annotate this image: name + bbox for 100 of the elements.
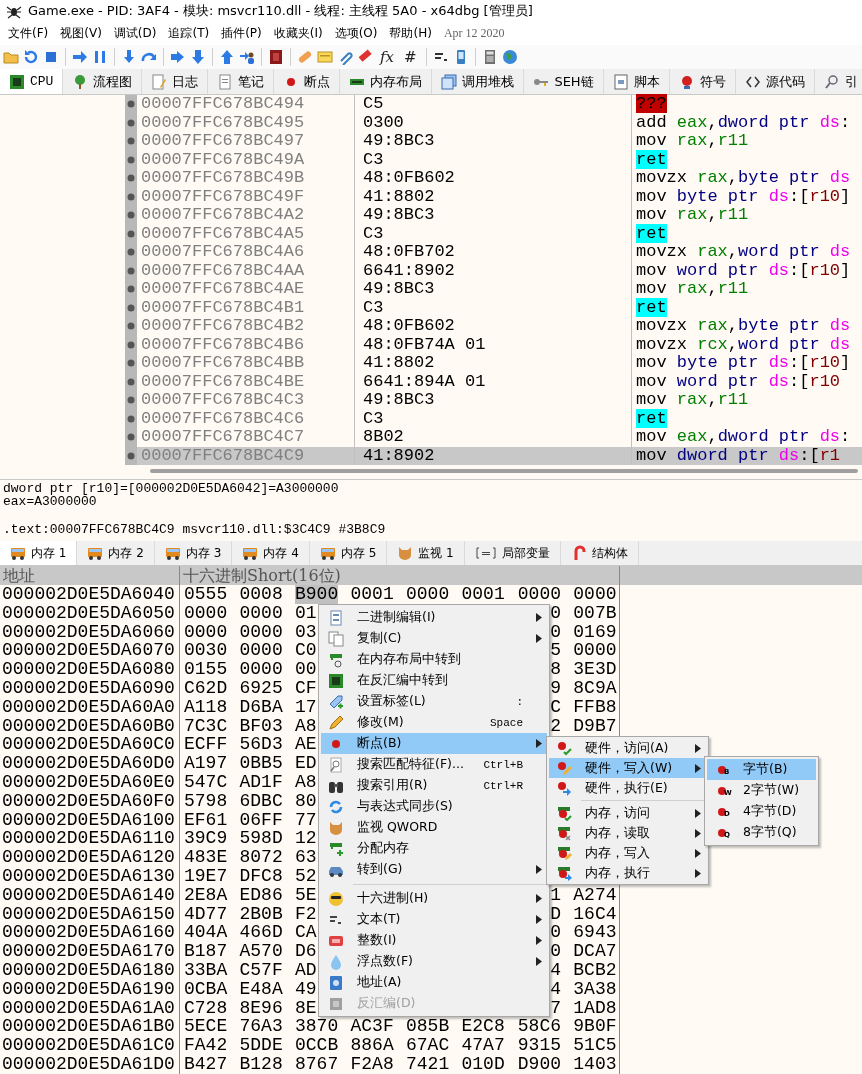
menu-item[interactable]: 复制(C) xyxy=(321,628,547,649)
menu-item[interactable]: 搜索引用(R) Ctrl+R xyxy=(321,775,547,796)
bullet-icon xyxy=(127,396,135,405)
horizontal-scrollbar[interactable] xyxy=(150,469,858,473)
step-into-icon[interactable] xyxy=(121,49,137,65)
menu-item[interactable]: 追踪(T) xyxy=(162,23,216,44)
menu-item[interactable]: 插件(P) xyxy=(215,23,268,44)
note-icon[interactable] xyxy=(317,49,333,65)
memory-breakpoint-icon xyxy=(556,825,572,841)
instruction-cell-text: mov rax,r11 xyxy=(635,132,750,151)
bullet-icon xyxy=(127,100,135,109)
hex-cell: A197 xyxy=(184,754,228,773)
hex-cell: 0 xyxy=(550,923,561,943)
menu-item[interactable]: 二进制编辑(I) xyxy=(321,607,547,628)
arrow-right-icon[interactable] xyxy=(72,49,88,65)
menu-item[interactable]: 内存，访问 xyxy=(549,803,706,823)
menu-item[interactable]: 整数(I) xyxy=(321,930,547,951)
menu-item[interactable]: 转到(G) xyxy=(321,859,547,880)
hex-cell: 8E xyxy=(295,998,317,1018)
hex-cell: 77 xyxy=(295,810,317,830)
hex-cell: ED86 xyxy=(239,885,283,905)
bytes-cell: C3 xyxy=(355,298,632,317)
hex-cell: BF03 xyxy=(239,716,283,736)
hex-cell: 58C6 xyxy=(517,1017,561,1037)
menu-item[interactable]: 在反汇编中转到 xyxy=(321,670,547,691)
instruction-cell-text: mov eax,dword ptr ds: xyxy=(635,428,852,447)
folder-icon[interactable] xyxy=(3,49,19,65)
hex-cell: 1AD8 xyxy=(573,998,617,1018)
script-icon[interactable] xyxy=(268,49,284,65)
menu-item[interactable]: 内存，写入 xyxy=(549,843,706,863)
instruction-cell-text: mov word ptr ds:[r10 xyxy=(635,372,842,391)
notepad-icon xyxy=(151,73,168,90)
hex-cell: A8 xyxy=(295,716,317,736)
menu-item[interactable]: 地址(A) xyxy=(321,972,547,993)
double-arrow-icon[interactable] xyxy=(170,49,186,65)
address-cell: 00007FFC678BC494 xyxy=(137,95,355,114)
menu-item[interactable]: 设置标签(L) : xyxy=(321,691,547,712)
menu-item[interactable]: 内存，读取 xyxy=(549,823,706,843)
hex-cell: BCB2 xyxy=(573,960,617,980)
tab[interactable]: 内存 1 xyxy=(0,541,78,565)
menu-item[interactable]: 硬件，执行(E) xyxy=(549,778,706,798)
globe-icon[interactable] xyxy=(501,49,518,65)
toolbar-button[interactable]: fx xyxy=(377,48,397,66)
menu-item[interactable]: 十六进制(H) xyxy=(321,888,547,909)
menu-item[interactable]: 硬件，访问(A) xyxy=(549,738,706,758)
menu-item[interactable]: 收藏夹(I) xyxy=(267,23,329,44)
menu-item[interactable]: 修改(M) Space xyxy=(321,712,547,733)
menu-item[interactable]: 分配内存 xyxy=(321,838,547,859)
pause-icon[interactable] xyxy=(92,49,108,65)
hex-cell: D900 xyxy=(517,1054,561,1074)
hex-cell: 76A3 xyxy=(239,1017,283,1037)
address-cell: 00007FFC678BC4B1 xyxy=(137,298,355,317)
hex-cell: 5E xyxy=(295,885,317,905)
menu-item[interactable]: 搜索匹配特征(F)... Ctrl+B xyxy=(321,754,547,775)
stop-icon[interactable] xyxy=(43,49,59,65)
arrow-up-icon[interactable] xyxy=(219,49,235,65)
menu-item[interactable]: 浮点数(F) xyxy=(321,951,547,972)
dog-head-icon xyxy=(397,545,414,561)
bytes-cell: C3 xyxy=(355,150,632,169)
address-cell: 000002D0E5DA6130 xyxy=(0,866,180,886)
script-file-icon xyxy=(612,73,629,90)
window-title: Game.exe - PID: 3AF4 - 模块: msvcr110.dll - 线程: 主线程 5A0 - x64dbg [管理员] xyxy=(28,2,533,20)
menu-item[interactable]: 选项(O) xyxy=(328,23,384,44)
menu-item[interactable]: 调试(D) xyxy=(107,23,163,44)
hex-cell: 0000 xyxy=(184,622,228,642)
hex-cell: D6BA xyxy=(239,697,283,717)
info-line: eax=A3000000 xyxy=(3,495,97,508)
person-arrow-icon[interactable] xyxy=(239,49,255,65)
hex-cell: 0000 xyxy=(573,641,617,661)
menu-item[interactable]: 在内存布局中转到 xyxy=(321,649,547,670)
search-icon xyxy=(328,756,344,773)
breakpoint-check-icon xyxy=(556,740,572,756)
menu-item[interactable]: 文件(F) xyxy=(2,23,55,44)
instruction-cell-text: add eax,dword ptr ds: xyxy=(635,113,852,132)
address-cell: 00007FFC678BC49A xyxy=(137,150,355,169)
instruction-cell-text: mov byte ptr ds:[r10] xyxy=(635,354,852,373)
menu-item[interactable]: 文本(T) xyxy=(321,909,547,930)
menu-item[interactable]: 视图(V) xyxy=(54,23,108,44)
hex-cell: ED xyxy=(295,754,317,773)
instruction-cell-text: mov rax,r11 xyxy=(635,206,750,225)
selected-row[interactable]: 00007FFC678BC4C9 41:8902 mov dword ptr ds:[r1 xyxy=(0,446,862,465)
bullet-icon xyxy=(127,118,135,127)
instruction-cell-text: ??? xyxy=(635,95,668,114)
menu-item[interactable]: 断点(B) xyxy=(321,733,547,754)
bookmark-icon[interactable] xyxy=(357,49,373,65)
toolbar-button[interactable]: # xyxy=(401,48,420,66)
copy-icon xyxy=(328,630,344,647)
address-cell: 00007FFC678BC495 xyxy=(137,113,355,132)
address-cell: 00007FFC678BC4A2 xyxy=(137,206,355,225)
bytes-cell: 6641:894A 01 xyxy=(355,372,632,391)
restart-icon[interactable] xyxy=(23,49,39,65)
tab[interactable]: CPU xyxy=(0,69,64,94)
arrow-down-icon[interactable] xyxy=(190,49,206,65)
address-cell: 00007FFC678BC4A5 xyxy=(137,224,355,243)
menu-item[interactable]: 帮助(H) xyxy=(383,23,438,44)
menu-item[interactable]: 与表达式同步(S) xyxy=(321,796,547,817)
hex-cell: 085B xyxy=(406,1017,450,1037)
menu-item[interactable]: 监视 QWORD xyxy=(321,817,547,838)
menu-item[interactable]: 硬件，写入(W) xyxy=(549,758,706,778)
menu-item[interactable]: 内存，执行 xyxy=(549,863,706,883)
